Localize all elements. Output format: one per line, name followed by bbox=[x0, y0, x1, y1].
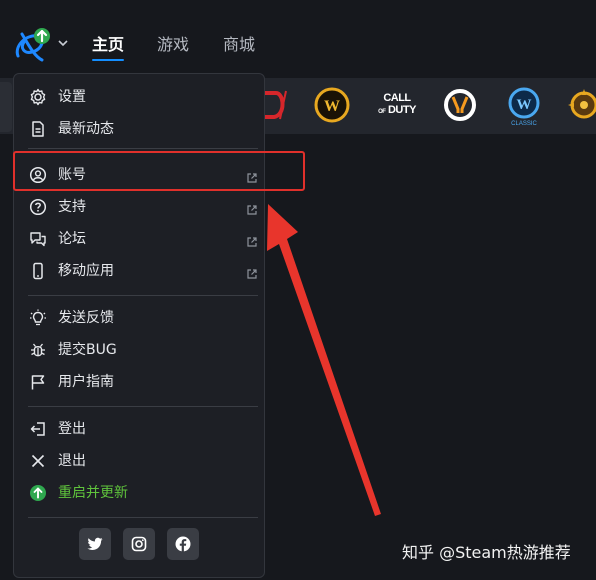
twitter-icon[interactable] bbox=[79, 528, 111, 560]
warcraft-icon[interactable]: W bbox=[314, 87, 350, 123]
external-link-icon bbox=[246, 265, 258, 279]
menu-item-news[interactable]: 最新动态 bbox=[28, 117, 258, 141]
menu-label-news: 最新动态 bbox=[58, 121, 114, 137]
external-link-icon bbox=[246, 233, 258, 247]
menu-label-feedback: 发送反馈 bbox=[58, 310, 114, 326]
account-dropdown-menu: 设置 最新动态 账号 支持 论坛 移动应用 发送反馈 提交BUG 用户指南 登出… bbox=[13, 73, 265, 578]
menu-item-logout[interactable]: 登出 bbox=[28, 417, 258, 441]
battlenet-logo-icon[interactable] bbox=[12, 26, 52, 66]
tab-games[interactable]: 游戏 bbox=[157, 34, 189, 56]
menu-item-forums[interactable]: 论坛 bbox=[28, 227, 258, 251]
menu-label-guide: 用户指南 bbox=[58, 374, 114, 390]
gear-icon bbox=[28, 87, 48, 107]
lightbulb-icon bbox=[28, 308, 48, 328]
menu-divider bbox=[28, 148, 258, 149]
update-arrow-icon bbox=[28, 483, 48, 503]
game-strip-left-tab[interactable] bbox=[0, 82, 12, 132]
wow-classic-icon[interactable]: W CLASSIC bbox=[504, 87, 544, 127]
flag-icon bbox=[28, 372, 48, 392]
chevron-down-icon[interactable] bbox=[57, 37, 69, 49]
menu-label-support: 支持 bbox=[58, 199, 86, 215]
account-highlight-box bbox=[13, 151, 305, 191]
menu-label-mobile: 移动应用 bbox=[58, 263, 114, 279]
document-icon bbox=[28, 119, 48, 139]
wow-classic-sub: CLASSIC bbox=[511, 121, 537, 127]
tab-home[interactable]: 主页 bbox=[92, 34, 125, 61]
menu-item-support[interactable]: 支持 bbox=[28, 195, 258, 219]
menu-label-exit: 退出 bbox=[58, 453, 86, 469]
close-icon bbox=[28, 451, 48, 471]
menu-label-bug: 提交BUG bbox=[58, 342, 117, 358]
menu-item-exit[interactable]: 退出 bbox=[28, 449, 258, 473]
cod-text-top: CALL bbox=[383, 92, 411, 104]
facebook-icon[interactable] bbox=[167, 528, 199, 560]
menu-divider bbox=[28, 295, 258, 296]
svg-text:W: W bbox=[517, 97, 532, 113]
call-of-duty-icon[interactable]: CALL OF DUTY bbox=[378, 92, 416, 117]
tab-shop[interactable]: 商城 bbox=[223, 34, 255, 56]
hearthstone-icon[interactable] bbox=[566, 87, 596, 123]
bug-icon bbox=[28, 340, 48, 360]
menu-label-logout: 登出 bbox=[58, 421, 86, 437]
menu-item-mobile[interactable]: 移动应用 bbox=[28, 259, 258, 283]
instagram-icon[interactable] bbox=[123, 528, 155, 560]
menu-item-restart-update[interactable]: 重启并更新 bbox=[28, 481, 258, 505]
cod-text-bottom: DUTY bbox=[387, 104, 416, 116]
menu-label-forums: 论坛 bbox=[58, 231, 86, 247]
menu-item-feedback[interactable]: 发送反馈 bbox=[28, 306, 258, 330]
cod-text-mid: OF bbox=[378, 109, 386, 115]
menu-label-settings: 设置 bbox=[58, 89, 86, 105]
diablo-icon[interactable] bbox=[262, 87, 290, 123]
top-navigation: 主页 游戏 商城 bbox=[0, 0, 596, 76]
menu-label-restart-update: 重启并更新 bbox=[58, 485, 128, 501]
help-circle-icon bbox=[28, 197, 48, 217]
external-link-icon bbox=[246, 201, 258, 215]
watermark-text: 知乎 @Steam热游推荐 bbox=[402, 543, 571, 562]
svg-text:W: W bbox=[324, 98, 340, 115]
menu-item-settings[interactable]: 设置 bbox=[28, 85, 258, 109]
menu-divider bbox=[28, 406, 258, 407]
mobile-phone-icon bbox=[28, 261, 48, 281]
sign-out-icon bbox=[28, 419, 48, 439]
chat-bubbles-icon bbox=[28, 229, 48, 249]
overwatch-icon[interactable] bbox=[442, 87, 478, 123]
menu-item-bug[interactable]: 提交BUG bbox=[28, 338, 258, 362]
menu-item-guide[interactable]: 用户指南 bbox=[28, 370, 258, 394]
menu-divider bbox=[28, 517, 258, 518]
